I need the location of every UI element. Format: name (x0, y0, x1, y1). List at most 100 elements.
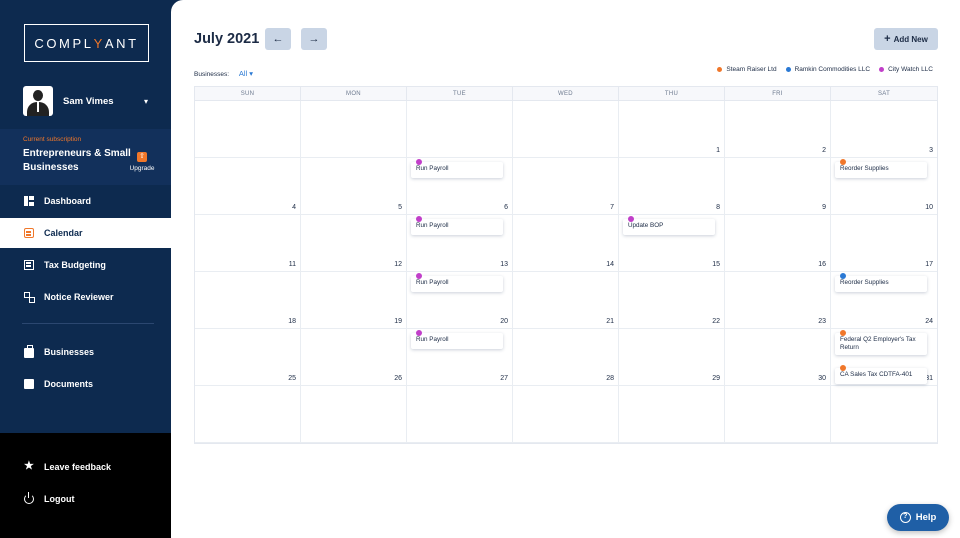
day-number: 9 (822, 204, 826, 211)
calendar-day-cell[interactable]: 3 (831, 101, 937, 158)
calendar-event[interactable]: Run Payroll (411, 159, 503, 178)
event-business-dot (840, 273, 846, 279)
calendar-day-cell[interactable]: 19 (301, 272, 407, 329)
weekday-label: THU (619, 87, 725, 101)
sidebar-item-documents[interactable]: Documents (0, 369, 171, 399)
calendar-day-cell[interactable]: 11 (195, 215, 301, 272)
add-new-label: Add New (893, 34, 928, 44)
sidebar-item-tax-budgeting[interactable]: Tax Budgeting (0, 250, 171, 280)
chevron-down-icon[interactable]: ▾ (144, 97, 148, 106)
calendar-day-cell[interactable] (619, 386, 725, 443)
budget-icon (24, 260, 34, 270)
calendar-day-cell[interactable]: 9 (725, 158, 831, 215)
calendar-day-cell[interactable]: 15 Update BOP (619, 215, 725, 272)
calendar-day-cell[interactable]: 24 Reorder Supplies (831, 272, 937, 329)
complyant-logo[interactable]: COMPL Y ANT (24, 24, 149, 62)
logo-text-suffix: ANT (104, 35, 139, 51)
calendar-event[interactable]: Run Payroll (411, 216, 503, 235)
calendar-day-cell[interactable] (725, 386, 831, 443)
calendar-event[interactable]: Federal Q2 Employer's Tax Return (835, 330, 927, 355)
day-number: 15 (712, 261, 720, 268)
calendar-event[interactable]: CA Sales Tax CDTFA-401 (835, 365, 927, 384)
calendar-day-cell[interactable]: 14 (513, 215, 619, 272)
calendar-day-cell[interactable]: 18 (195, 272, 301, 329)
calendar-day-cell[interactable]: 20 Run Payroll (407, 272, 513, 329)
sidebar-divider (22, 323, 154, 324)
calendar-day-cell[interactable]: 8 (619, 158, 725, 215)
sidebar-item-businesses[interactable]: Businesses (0, 337, 171, 367)
event-business-dot (840, 159, 846, 165)
day-number: 7 (610, 204, 614, 211)
event-business-dot (840, 365, 846, 371)
calendar-day-cell[interactable]: 12 (301, 215, 407, 272)
calendar-day-cell[interactable] (301, 101, 407, 158)
day-number: 24 (925, 318, 933, 325)
calendar-day-cell[interactable] (831, 386, 937, 443)
calendar-day-cell[interactable] (195, 101, 301, 158)
business-filter-select[interactable]: All ▾ (239, 69, 253, 78)
subscription-plan: Entrepreneurs & Small Businesses (23, 148, 131, 173)
calendar-day-cell[interactable]: 21 (513, 272, 619, 329)
sidebar-item-notice-reviewer[interactable]: Notice Reviewer (0, 282, 171, 312)
calendar-event[interactable]: Run Payroll (411, 330, 503, 349)
logout-link[interactable]: Logout (0, 484, 171, 514)
day-number: 3 (929, 147, 933, 154)
prev-month-button[interactable]: ← (265, 28, 291, 50)
sidebar-item-label: Dashboard (44, 196, 92, 206)
calendar-event[interactable]: Run Payroll (411, 273, 503, 292)
calendar-day-cell[interactable]: 13 Run Payroll (407, 215, 513, 272)
calendar-day-cell[interactable] (195, 386, 301, 443)
sidebar-item-dashboard[interactable]: Dashboard (0, 186, 171, 216)
event-label: Reorder Supplies (840, 279, 889, 286)
calendar-day-cell[interactable]: 27 Run Payroll (407, 329, 513, 386)
help-button[interactable]: ? Help (887, 504, 949, 531)
calendar-day-cell[interactable]: 26 (301, 329, 407, 386)
calendar-day-cell[interactable]: 28 (513, 329, 619, 386)
next-month-button[interactable]: → (301, 28, 327, 50)
calendar-day-cell[interactable]: 5 (301, 158, 407, 215)
legend-dot (879, 67, 885, 72)
main-content: July 2021 ← → + Add New Businesses: All … (171, 0, 960, 538)
calendar-day-cell[interactable] (513, 386, 619, 443)
event-label: Federal Q2 Employer's Tax Return (840, 336, 916, 351)
calendar-day-cell[interactable]: 31 Federal Q2 Employer's Tax Return CA Sal… (831, 329, 937, 386)
calendar-day-cell[interactable]: 4 (195, 158, 301, 215)
page-title: July 2021 (194, 31, 260, 47)
calendar-day-cell[interactable]: 16 (725, 215, 831, 272)
calendar-day-cell[interactable] (301, 386, 407, 443)
calendar-day-cell[interactable]: 17 (831, 215, 937, 272)
plus-icon: + (884, 33, 891, 45)
calendar-event[interactable]: Reorder Supplies (835, 159, 927, 178)
calendar-day-cell[interactable]: 1 (619, 101, 725, 158)
calendar-day-cell[interactable]: 29 (619, 329, 725, 386)
calendar-grid: SUN MON TUE WED THU FRI SAT 1 2 3 4 5 6 Run Payroll 7… (194, 86, 938, 444)
user-name: Sam Vimes (63, 95, 114, 107)
calendar-day-cell[interactable] (407, 386, 513, 443)
calendar-day-cell[interactable]: 7 (513, 158, 619, 215)
add-new-button[interactable]: + Add New (874, 28, 938, 50)
calendar-day-cell[interactable]: 6 Run Payroll (407, 158, 513, 215)
calendar-day-cell[interactable]: 25 (195, 329, 301, 386)
day-number: 26 (394, 375, 402, 382)
calendar-event[interactable]: Update BOP (623, 216, 715, 235)
calendar-day-cell[interactable]: 22 (619, 272, 725, 329)
calendar-event[interactable]: Reorder Supplies (835, 273, 927, 292)
calendar-day-cell[interactable]: 30 (725, 329, 831, 386)
day-number: 2 (822, 147, 826, 154)
sidebar-item-label: Businesses (44, 347, 95, 357)
day-number: 29 (712, 375, 720, 382)
day-number: 18 (288, 318, 296, 325)
day-number: 27 (500, 375, 508, 382)
user-menu[interactable]: Sam Vimes ▾ (23, 85, 148, 117)
sidebar-item-label: Documents (44, 379, 94, 389)
calendar-day-cell[interactable]: 2 (725, 101, 831, 158)
calendar-day-cell[interactable]: 10 Reorder Supplies (831, 158, 937, 215)
calendar-day-cell[interactable] (513, 101, 619, 158)
event-label: Run Payroll (416, 222, 449, 229)
sidebar-item-calendar[interactable]: Calendar (0, 218, 171, 248)
calendar-day-cell[interactable] (407, 101, 513, 158)
upgrade-button[interactable]: ⇧ Upgrade (126, 145, 158, 172)
leave-feedback-link[interactable]: Leave feedback (0, 452, 171, 482)
calendar-day-cell[interactable]: 23 (725, 272, 831, 329)
event-label: Run Payroll (416, 279, 449, 286)
